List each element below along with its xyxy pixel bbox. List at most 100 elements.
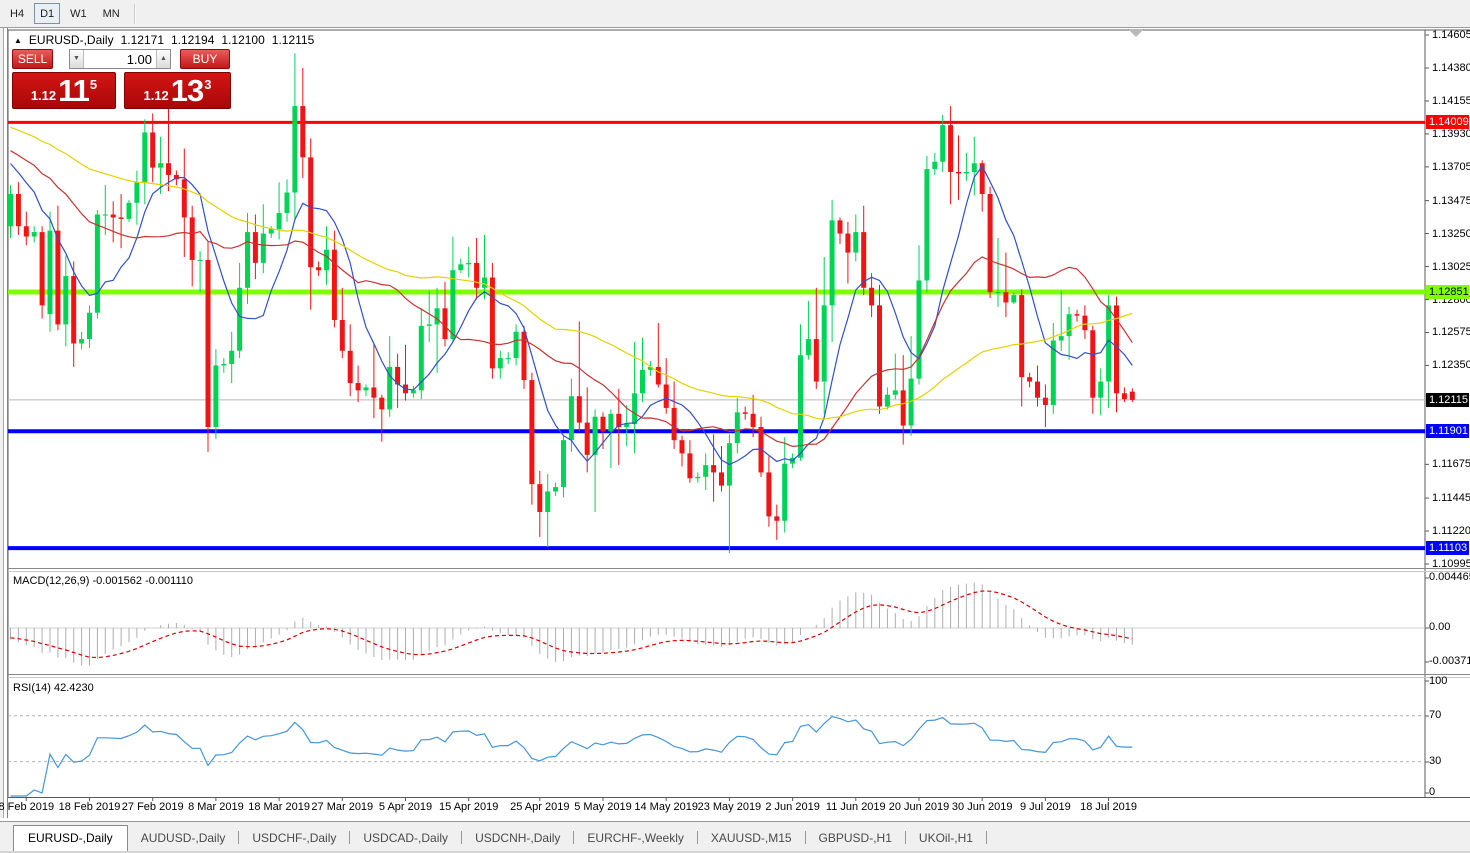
candle-body[interactable] <box>585 423 590 455</box>
candle-body[interactable] <box>300 106 305 157</box>
candle-body[interactable] <box>450 270 455 339</box>
timeframe-mn-button[interactable]: MN <box>97 3 126 24</box>
candle-body[interactable] <box>719 472 724 485</box>
volume-increase-button[interactable]: ▲ <box>156 50 170 68</box>
candle-body[interactable] <box>822 305 827 381</box>
candle-body[interactable] <box>435 308 440 324</box>
candle-body[interactable] <box>680 440 685 453</box>
candle-body[interactable] <box>656 367 661 385</box>
tab-audusd-daily[interactable]: AUDUSD-,Daily <box>128 825 239 851</box>
candle-body[interactable] <box>95 215 100 313</box>
candle-body[interactable] <box>1130 392 1135 400</box>
candle-body[interactable] <box>87 313 92 339</box>
candle-body[interactable] <box>261 234 266 263</box>
candle-body[interactable] <box>134 182 139 203</box>
candle-body[interactable] <box>782 464 787 521</box>
candle-body[interactable] <box>127 203 132 219</box>
candle-body[interactable] <box>498 358 503 368</box>
candle-body[interactable] <box>221 364 226 365</box>
candle-body[interactable] <box>1122 393 1127 399</box>
candle-body[interactable] <box>119 217 124 218</box>
candle-body[interactable] <box>917 280 922 378</box>
candle-body[interactable] <box>1035 382 1040 398</box>
candle-body[interactable] <box>316 267 321 270</box>
tab-usdcad-daily[interactable]: USDCAD-,Daily <box>350 825 461 851</box>
candle-body[interactable] <box>277 213 282 229</box>
candle-body[interactable] <box>1043 398 1048 405</box>
candle-body[interactable] <box>150 132 155 167</box>
candle-body[interactable] <box>229 351 234 364</box>
candle-body[interactable] <box>24 226 29 236</box>
volume-input[interactable] <box>84 50 156 68</box>
candle-body[interactable] <box>411 390 416 393</box>
candle-body[interactable] <box>514 332 519 358</box>
scroll-to-end-marker[interactable] <box>1128 29 1144 37</box>
candle-body[interactable] <box>522 332 527 380</box>
candle-body[interactable] <box>63 276 68 324</box>
timeframe-w1-button[interactable]: W1 <box>64 3 93 24</box>
candle-body[interactable] <box>1075 314 1080 315</box>
candle-body[interactable] <box>561 440 566 487</box>
timeframe-d1-button[interactable]: D1 <box>34 3 60 24</box>
candle-body[interactable] <box>379 398 384 410</box>
candle-body[interactable] <box>364 387 369 390</box>
candle-body[interactable] <box>964 172 969 173</box>
candle-body[interactable] <box>32 232 37 236</box>
candle-body[interactable] <box>711 465 716 472</box>
candle-body[interactable] <box>55 231 60 325</box>
candle-body[interactable] <box>751 414 756 427</box>
candle-body[interactable] <box>292 106 297 192</box>
candle-body[interactable] <box>71 276 76 343</box>
candle-body[interactable] <box>553 487 558 491</box>
candle-body[interactable] <box>1090 330 1095 397</box>
candle-body[interactable] <box>624 424 629 427</box>
candle-body[interactable] <box>577 396 582 422</box>
candle-body[interactable] <box>269 229 274 233</box>
candle-body[interactable] <box>103 215 108 216</box>
buy-button[interactable]: BUY <box>180 49 230 69</box>
candle-body[interactable] <box>182 179 187 217</box>
candle-body[interactable] <box>885 395 890 407</box>
candle-body[interactable] <box>1027 377 1032 381</box>
candle-body[interactable] <box>142 132 147 182</box>
candle-body[interactable] <box>1059 336 1064 340</box>
candle-body[interactable] <box>640 370 645 393</box>
candle-body[interactable] <box>569 396 574 440</box>
candle-body[interactable] <box>735 412 740 443</box>
candle-body[interactable] <box>213 365 218 427</box>
candle-body[interactable] <box>237 288 242 351</box>
candle-body[interactable] <box>743 412 748 413</box>
candle-body[interactable] <box>340 320 345 351</box>
candle-body[interactable] <box>285 193 290 214</box>
candle-body[interactable] <box>932 162 937 169</box>
buy-quote-box[interactable]: 1.12 13 3 <box>124 72 231 109</box>
candle-body[interactable] <box>956 172 961 173</box>
candle-body[interactable] <box>838 220 843 233</box>
candle-body[interactable] <box>166 163 171 175</box>
candle-body[interactable] <box>111 215 116 218</box>
candle-body[interactable] <box>672 408 677 440</box>
candle-body[interactable] <box>853 232 858 253</box>
candle-body[interactable] <box>332 250 337 320</box>
candle-body[interactable] <box>490 278 495 369</box>
candle-body[interactable] <box>458 264 463 270</box>
candle-body[interactable] <box>308 157 313 267</box>
candle-body[interactable] <box>545 491 550 512</box>
candle-body[interactable] <box>593 417 598 455</box>
candle-body[interactable] <box>601 417 606 432</box>
candle-body[interactable] <box>766 472 771 516</box>
tab-gbpusd-h1[interactable]: GBPUSD-,H1 <box>806 825 905 851</box>
main-chart-canvas[interactable] <box>0 0 1470 853</box>
candle-body[interactable] <box>16 194 21 226</box>
candle-body[interactable] <box>608 414 613 432</box>
candle-body[interactable] <box>158 163 163 167</box>
candle-body[interactable] <box>814 339 819 381</box>
collapse-panel-icon[interactable]: ▲ <box>14 36 22 45</box>
candle-body[interactable] <box>253 232 258 263</box>
candle-body[interactable] <box>830 220 835 305</box>
candle-body[interactable] <box>806 339 811 355</box>
candle-body[interactable] <box>988 194 993 292</box>
candle-body[interactable] <box>924 169 929 280</box>
candle-body[interactable] <box>877 305 882 406</box>
sell-button[interactable]: SELL <box>12 49 53 69</box>
